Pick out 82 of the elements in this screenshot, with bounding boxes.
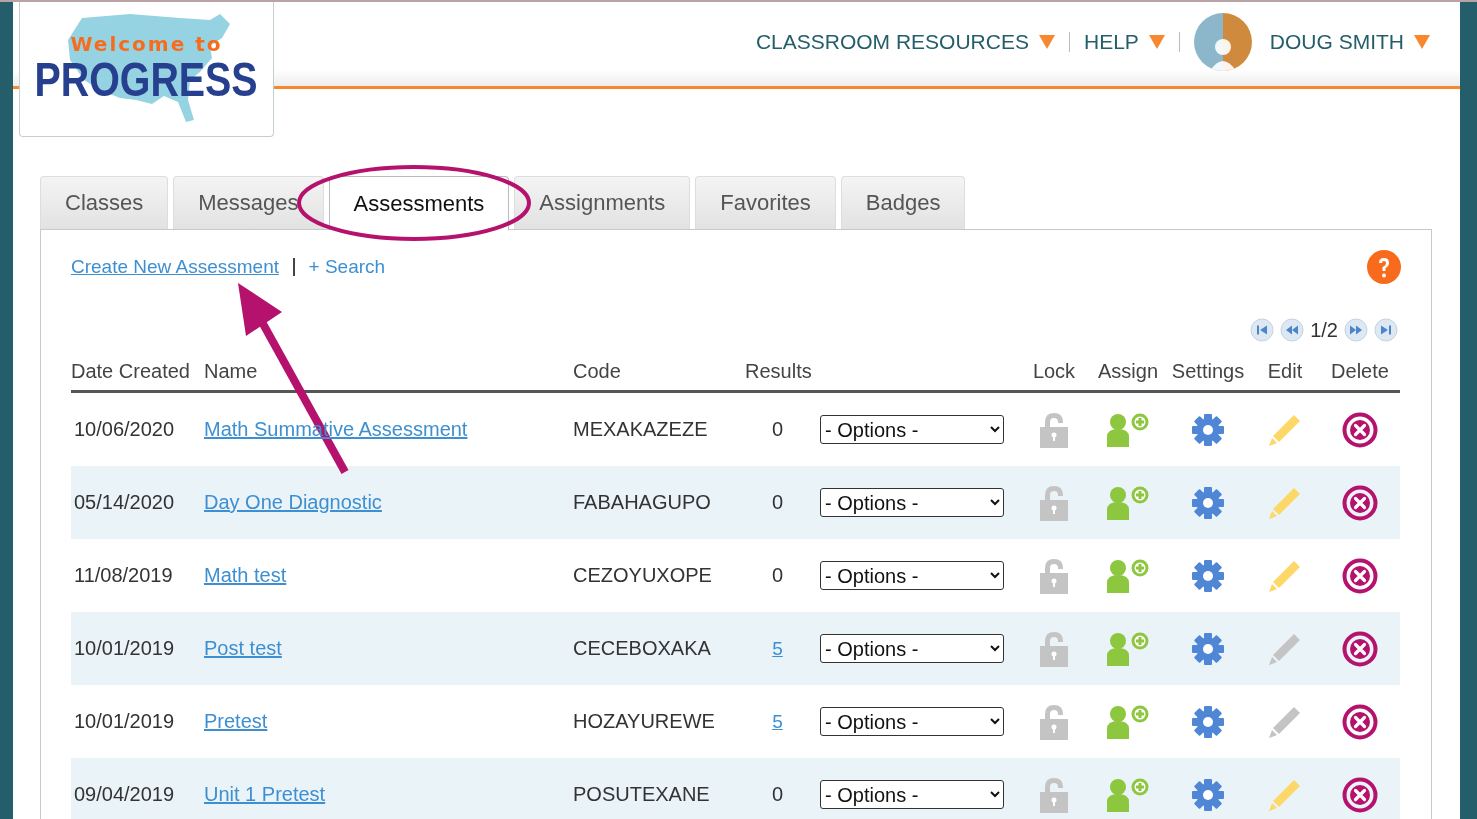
results-link[interactable]: 5 bbox=[772, 710, 783, 733]
date-text: 10/01/2019 bbox=[74, 637, 175, 660]
settings-icon[interactable] bbox=[1191, 777, 1225, 812]
delete-icon[interactable] bbox=[1342, 484, 1378, 521]
settings-icon[interactable] bbox=[1191, 704, 1225, 739]
results-count: 0 bbox=[771, 783, 784, 806]
column-header: Name bbox=[204, 360, 573, 393]
date-text: 10/01/2019 bbox=[74, 710, 175, 733]
first-page-icon[interactable] bbox=[1250, 318, 1275, 342]
padlock-icon[interactable] bbox=[1039, 484, 1069, 521]
assessment-link[interactable]: Math test bbox=[204, 564, 287, 587]
settings-icon[interactable] bbox=[1191, 558, 1225, 593]
date-text: 10/06/2020 bbox=[74, 418, 175, 441]
delete-icon[interactable] bbox=[1342, 630, 1378, 667]
column-header: Assign bbox=[1090, 360, 1166, 393]
tab[interactable]: Assessments bbox=[328, 176, 510, 230]
code-text: HOZAYUREWE bbox=[573, 710, 715, 733]
code-text: MEXAKAZEZE bbox=[573, 418, 708, 441]
add-person-icon[interactable] bbox=[1106, 777, 1150, 812]
results-count: 0 bbox=[771, 491, 784, 514]
delete-icon[interactable] bbox=[1342, 411, 1378, 448]
logo-tagline: Welcome to bbox=[70, 32, 223, 56]
avatar-picture bbox=[1193, 13, 1252, 71]
options-dropdown[interactable]: - Options - bbox=[820, 488, 1004, 517]
date-text: 05/14/2020 bbox=[74, 491, 175, 514]
column-header: Results bbox=[745, 360, 1018, 393]
add-person-icon[interactable] bbox=[1106, 558, 1150, 593]
caret-icon bbox=[1148, 35, 1165, 49]
tab[interactable]: Assignments bbox=[514, 176, 691, 229]
help-icon[interactable] bbox=[1367, 250, 1401, 284]
settings-icon[interactable] bbox=[1191, 412, 1225, 447]
delete-icon[interactable] bbox=[1342, 557, 1378, 594]
create-link[interactable]: Create New Assessment bbox=[71, 256, 280, 278]
date-text: 09/04/2019 bbox=[74, 783, 175, 806]
column-header: Lock bbox=[1018, 360, 1090, 393]
last-page-icon[interactable] bbox=[1374, 318, 1398, 342]
logo-title: PROGRESS bbox=[34, 56, 259, 104]
padlock-icon[interactable] bbox=[1039, 703, 1069, 740]
code-text: CECEBOXAKA bbox=[573, 637, 711, 660]
code-text: POSUTEXANE bbox=[573, 783, 710, 806]
options-dropdown[interactable]: - Options - bbox=[820, 415, 1004, 444]
previous-page-icon[interactable] bbox=[1280, 318, 1305, 342]
padlock-icon[interactable] bbox=[1039, 776, 1069, 813]
code-text: CEZOYUXOPE bbox=[573, 564, 712, 587]
add-person-icon[interactable] bbox=[1106, 704, 1150, 739]
next-page-icon[interactable] bbox=[1344, 318, 1368, 342]
caret-icon bbox=[1414, 35, 1430, 49]
column-header: Date Created bbox=[71, 360, 204, 393]
date-text: 11/08/2019 bbox=[74, 564, 173, 587]
results-count: 0 bbox=[771, 564, 784, 587]
padlock-icon[interactable] bbox=[1039, 411, 1069, 448]
options-dropdown[interactable]: - Options - bbox=[820, 780, 1004, 809]
assessment-link[interactable]: Pretest bbox=[204, 710, 268, 733]
options-dropdown[interactable]: - Options - bbox=[820, 561, 1004, 590]
options-dropdown[interactable]: - Options - bbox=[820, 634, 1004, 663]
settings-icon[interactable] bbox=[1191, 631, 1225, 666]
results-link[interactable]: 5 bbox=[772, 637, 783, 660]
code-text: FABAHAGUPO bbox=[573, 491, 711, 514]
padlock-icon[interactable] bbox=[1039, 630, 1069, 667]
delete-icon[interactable] bbox=[1342, 776, 1378, 813]
results-count: 0 bbox=[771, 418, 784, 441]
search-link[interactable]: + Search bbox=[308, 256, 386, 278]
nav-menu[interactable]: CLASSROOM RESOURCES bbox=[755, 30, 1055, 54]
add-person-icon[interactable] bbox=[1106, 412, 1150, 447]
user-menu[interactable]: DOUG SMITH bbox=[1269, 30, 1430, 54]
add-person-icon[interactable] bbox=[1106, 631, 1150, 666]
tab[interactable]: Classes bbox=[40, 176, 169, 229]
nav-menu[interactable]: HELP bbox=[1083, 30, 1165, 54]
tab[interactable]: Badges bbox=[840, 176, 966, 229]
add-person-icon[interactable] bbox=[1106, 485, 1150, 520]
page-indicator: 1/2 bbox=[1310, 318, 1338, 342]
column-header: Code bbox=[573, 360, 745, 393]
column-header: Edit bbox=[1250, 360, 1320, 393]
column-header: Settings bbox=[1166, 360, 1250, 393]
options-dropdown[interactable]: - Options - bbox=[820, 707, 1004, 736]
padlock-icon[interactable] bbox=[1039, 557, 1069, 594]
settings-icon[interactable] bbox=[1191, 485, 1225, 520]
column-header: Delete bbox=[1320, 360, 1400, 393]
delete-icon[interactable] bbox=[1342, 703, 1378, 740]
tab[interactable]: Messages bbox=[173, 176, 324, 229]
tab[interactable]: Favorites bbox=[695, 176, 836, 229]
caret-icon bbox=[1038, 35, 1055, 49]
